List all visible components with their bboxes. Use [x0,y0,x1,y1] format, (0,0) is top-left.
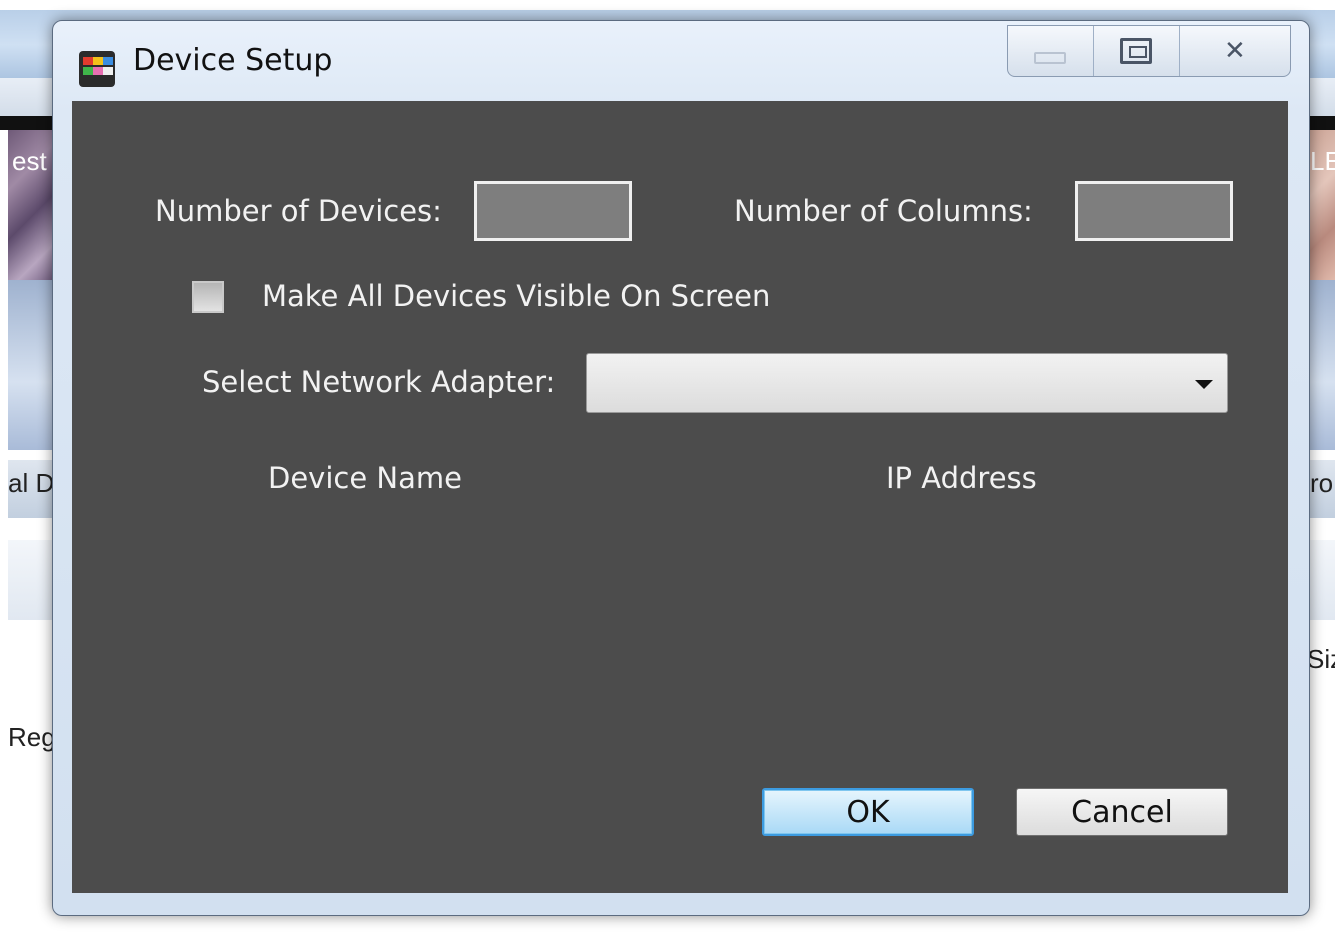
maximize-button[interactable] [1094,26,1180,76]
dialog-title: Device Setup [133,43,333,78]
background-text: LE [1310,146,1335,176]
device-list[interactable] [152,511,1232,771]
background-panel-left [8,280,58,450]
minimize-button[interactable] [1008,26,1094,76]
column-header-ip-address: IP Address [886,461,1037,495]
background-text: Reg [8,722,56,752]
visible-on-screen-label: Make All Devices Visible On Screen [262,279,771,313]
device-setup-dialog: Device Setup ✕ Number of Devices: Number… [52,20,1310,916]
background-text: ro [1310,468,1334,498]
visible-on-screen-checkbox[interactable] [192,281,224,313]
network-adapter-select[interactable] [586,353,1228,413]
close-button[interactable]: ✕ [1180,26,1290,76]
maximize-icon [1120,38,1153,64]
dialog-content: Number of Devices: Number of Columns: Ma… [72,101,1288,893]
column-header-device-name: Device Name [268,461,462,495]
minimize-icon [1034,52,1067,64]
ok-button[interactable]: OK [762,788,974,836]
background-text: est [12,146,47,176]
background-text: Siz [1307,644,1335,674]
background-text: al D [8,468,55,498]
chevron-down-icon [1195,380,1213,389]
caption-buttons: ✕ [1007,25,1291,77]
number-of-columns-label: Number of Columns: [734,194,1033,228]
number-of-columns-input[interactable] [1075,181,1233,241]
close-icon: ✕ [1223,36,1246,66]
number-of-devices-label: Number of Devices: [155,194,442,228]
cancel-button[interactable]: Cancel [1016,788,1228,836]
number-of-devices-input[interactable] [474,181,632,241]
app-icon [79,51,115,87]
network-adapter-label: Select Network Adapter: [202,365,556,399]
